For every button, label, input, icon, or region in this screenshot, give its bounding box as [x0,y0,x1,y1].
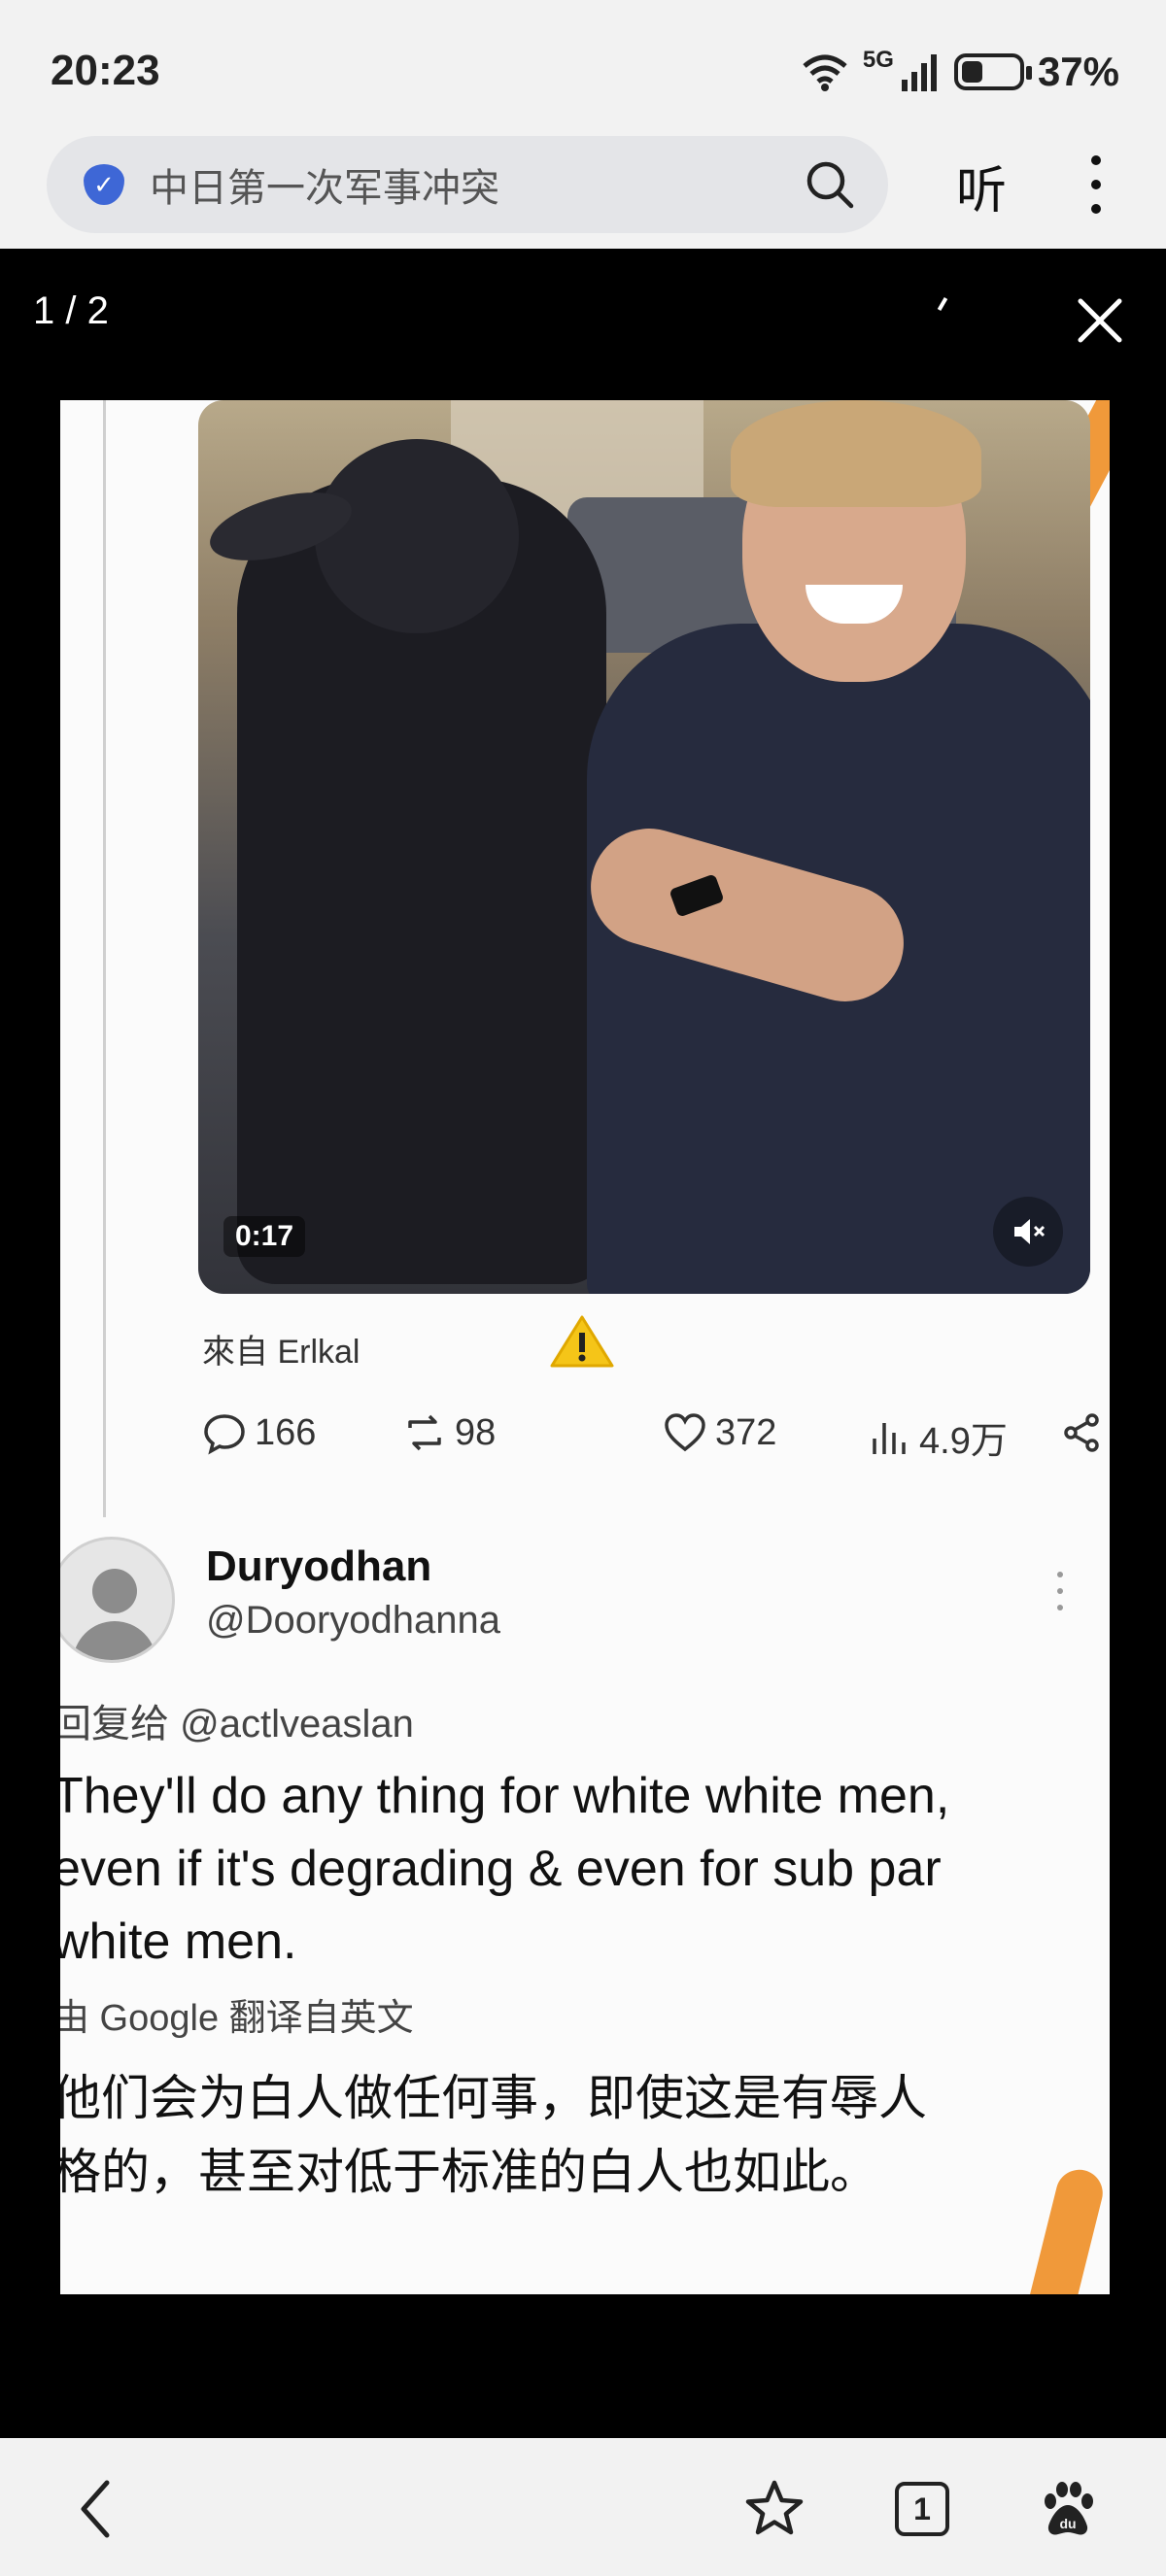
signal-icon [901,54,937,91]
repost-count: 98 [455,1411,497,1453]
chevron-left-icon [81,2480,110,2538]
tweet-more-icon[interactable] [1057,1572,1065,1610]
status-bar: 20:23 5G 37% [0,0,1166,136]
thread-line [103,400,106,1517]
more-menu-icon[interactable] [1077,155,1115,214]
baidu-paw-icon: du [1045,2482,1093,2535]
man-hair [731,400,981,507]
tweet-line: They'll do any thing for white white men… [60,1768,950,1824]
status-time: 20:23 [51,47,160,94]
heart-icon [665,1413,705,1452]
browser-toolbar: ✓ 中日第一次军事冲突 听 [0,117,1166,249]
video-thumbnail[interactable]: 0:17 [198,400,1090,1294]
shield-check-icon: ✓ [84,164,124,205]
source-label: 來自 Erlkal [202,1334,360,1371]
translate-note: 由 Google 翻译自英文 [60,1998,414,2039]
reply-to-label: 回复给 @actlveaslan [60,1703,414,1746]
search-icon[interactable] [805,159,855,210]
comment-icon [204,1414,245,1455]
tweet-line: even if it's degrading & even for sub pa… [60,1841,942,1897]
reply-action[interactable]: 166 [202,1410,316,1455]
share-icon [1064,1413,1099,1452]
battery-percent: 37% [1037,49,1119,94]
star-icon [745,2480,804,2535]
reply-count: 166 [255,1411,317,1453]
translated-text: 他们会为白人做任何事，即使这是有辱人 格的，甚至对低于标准的白人也如此。 [60,2061,1110,2209]
views-action[interactable]: 4.9万 [867,1410,1008,1464]
wifi-icon [803,54,847,91]
status-indicators: 5G 37% [801,47,1119,95]
like-count: 372 [715,1411,777,1453]
search-query[interactable]: 中日第一次军事冲突 [150,156,805,213]
like-action[interactable]: 372 [663,1410,776,1455]
mute-button[interactable] [993,1197,1063,1267]
avatar[interactable] [60,1537,175,1663]
bookmark-button[interactable] [740,2475,808,2543]
battery-level [961,61,982,83]
video-duration: 0:17 [223,1216,306,1257]
close-icon[interactable] [1073,293,1127,348]
user-handle[interactable]: @Dooryodhanna [206,1599,500,1643]
translated-line: 格的，甚至对低于标准的白人也如此。 [60,2145,878,2199]
bottom-navigation: 1 du [0,2438,1166,2576]
tabs-button[interactable]: 1 [888,2475,956,2543]
tab-count: 1 [895,2482,949,2536]
network-type: 5G [862,47,894,73]
search-box[interactable]: ✓ 中日第一次军事冲突 [47,136,888,233]
svg-text:du: du [1059,2516,1076,2531]
view-count: 4.9万 [919,1421,1008,1462]
warning-icon [550,1315,614,1368]
repost-action[interactable]: 98 [402,1410,496,1455]
views-chart-icon [873,1422,906,1454]
avatar-body [73,1621,156,1660]
image-viewer: 1 / 2 0:17 來自 Erlkal 166 98 372 4.9万 Dur… [0,249,1166,2438]
translated-line: 他们会为白人做任何事，即使这是有辱人 [60,2071,927,2125]
tweet-text: They'll do any thing for white white men… [60,1760,1082,1979]
baidu-button[interactable]: du [1034,2475,1102,2543]
back-button[interactable] [62,2475,130,2543]
tick-mark [937,296,948,312]
image-counter: 1 / 2 [33,289,109,332]
tweet-line: white men. [60,1914,297,1970]
avatar-head [92,1569,137,1613]
repost-icon [408,1414,441,1451]
display-name[interactable]: Duryodhan [206,1542,431,1591]
post-screenshot[interactable]: 0:17 來自 Erlkal 166 98 372 4.9万 Duryodhan… [60,400,1110,2294]
battery-icon [953,53,1032,90]
speaker-mute-icon [1014,1219,1046,1244]
listen-button[interactable]: 听 [956,150,1007,222]
post-actions: 166 98 372 4.9万 [202,1410,1099,1469]
share-action[interactable] [1059,1410,1104,1455]
dark-figure-head [315,439,519,633]
